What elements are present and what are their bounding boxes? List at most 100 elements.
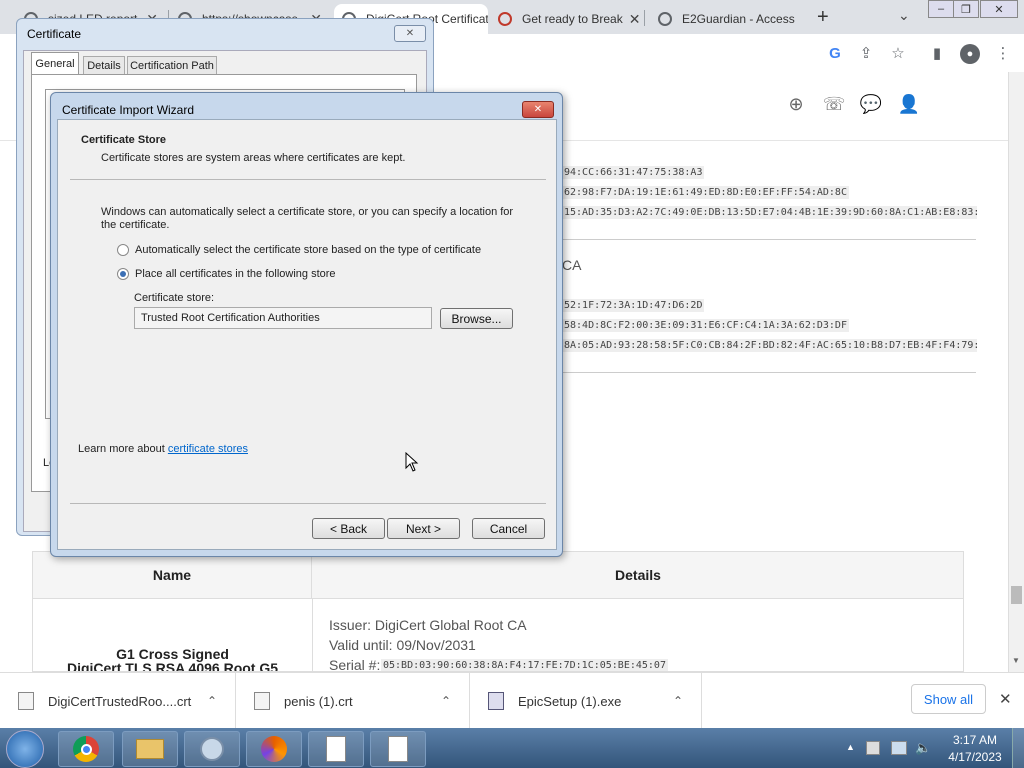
clock-date[interactable]: 4/17/2023 (944, 750, 1006, 764)
certificate-store-field[interactable]: Trusted Root Certification Authorities (134, 307, 432, 329)
radio-manual-label: Place all certificates in the following … (135, 268, 336, 280)
certificate-store-label: Certificate store: (134, 292, 215, 304)
learn-more-text: Learn more about certificate stores (78, 443, 248, 455)
download-filename: DigiCertTrustedRoo....crt (48, 693, 192, 709)
fingerprint-value: 8A:05:AD:93:28:58:5F:C0:CB:84:2F:BD:82:4… (562, 339, 977, 352)
radio-auto-select[interactable]: Automatically select the certificate sto… (117, 244, 481, 256)
table-header-details: Details (312, 552, 963, 599)
table-cell-name-line2: DigiCert TLS RSA 4096 Root G5 (66, 660, 279, 672)
google-icon[interactable]: G (826, 44, 844, 62)
side-panel-icon[interactable]: ▮ (928, 44, 946, 62)
fingerprint-value: 52:1F:72:3A:1D:47:D6:2D (562, 299, 705, 312)
scroll-down-arrow-icon[interactable]: ▼ (1012, 656, 1020, 665)
tab-search-chevron-icon[interactable]: ⌄ (898, 7, 910, 24)
taskbar-document-button[interactable] (308, 731, 364, 767)
downloads-bar: DigiCertTrustedRoo....crt ⌃ penis (1).crt… (0, 672, 1024, 729)
clock-time[interactable]: 3:17 AM (944, 733, 1006, 747)
radio-button[interactable] (117, 268, 129, 280)
chevron-up-icon[interactable]: ⌃ (673, 694, 683, 708)
firefox-icon (261, 736, 287, 762)
wizard-title: Certificate Import Wizard (62, 103, 195, 117)
taskbar-firefox-button[interactable] (246, 731, 302, 767)
tab-general[interactable]: General (31, 52, 79, 74)
page-scrollbar[interactable]: ▼ (1008, 72, 1024, 672)
download-item[interactable]: EpicSetup (1).exe ⌃ (470, 673, 702, 729)
chevron-up-icon[interactable]: ⌃ (441, 694, 451, 708)
taskbar-document-button[interactable] (370, 731, 426, 767)
certificate-import-wizard: Certificate Import Wizard ✕ Certificate … (50, 92, 563, 557)
network-icon[interactable] (891, 741, 907, 755)
taskbar-chrome-button[interactable] (58, 731, 114, 767)
chat-icon[interactable]: 💬 (859, 92, 883, 116)
scrollbar-thumb[interactable] (1011, 586, 1022, 604)
media-player-icon (200, 737, 224, 761)
browser-tab-4[interactable]: Get ready to Break ✕ (490, 4, 642, 34)
header-divider (70, 179, 546, 180)
cancel-button[interactable]: Cancel (472, 518, 545, 539)
profile-avatar-icon[interactable]: ● (960, 44, 980, 64)
tab-label: Get ready to Break (522, 12, 623, 26)
user-icon[interactable]: 👤 (897, 92, 921, 116)
minimize-window-icon[interactable]: – (928, 0, 954, 18)
chrome-menu-icon[interactable]: ⋮ (994, 44, 1012, 62)
chevron-up-icon[interactable]: ⌃ (207, 694, 217, 708)
document-icon (326, 736, 346, 762)
back-button[interactable]: < Back (312, 518, 385, 539)
wizard-close-icon[interactable]: ✕ (522, 101, 554, 118)
new-tab-button[interactable]: + (817, 6, 829, 29)
row-divider (562, 372, 976, 373)
fingerprint-value: 15:AD:35:D3:A2:7C:49:0E:DB:13:5D:E7:04:4… (562, 206, 977, 219)
volume-muted-icon[interactable]: 🔈 (915, 740, 931, 756)
wizard-heading: Certificate Store (81, 134, 166, 146)
tab-details[interactable]: Details (83, 56, 125, 75)
learn-more-prefix: Learn more about (78, 443, 168, 455)
tab-close-icon[interactable]: ✕ (623, 11, 641, 28)
radio-button[interactable] (117, 244, 129, 256)
certificate-file-icon (254, 692, 270, 710)
radio-selected-dot (120, 271, 126, 277)
cert-name-fragment: CA (562, 257, 582, 273)
radio-auto-label: Automatically select the certificate sto… (135, 244, 482, 256)
row-divider (562, 239, 976, 240)
next-button[interactable]: Next > (387, 518, 460, 539)
table-header-name: Name (33, 552, 312, 599)
show-all-downloads-button[interactable]: Show all (911, 684, 986, 714)
tab-certification-path[interactable]: Certification Path (127, 56, 217, 75)
globe-icon (658, 12, 672, 26)
close-downloads-bar-icon[interactable]: ✕ (999, 690, 1012, 708)
radio-place-in-store[interactable]: Place all certificates in the following … (117, 268, 336, 280)
certificate-stores-link[interactable]: certificate stores (168, 443, 248, 455)
footer-divider (70, 503, 546, 504)
mouse-cursor-icon (405, 452, 419, 472)
phone-icon[interactable]: ☏ (822, 92, 846, 116)
table-cell-serial-label: Serial #: (329, 657, 381, 672)
action-center-icon[interactable] (866, 741, 880, 755)
restore-window-icon[interactable]: ❐ (953, 0, 979, 18)
share-icon[interactable]: ⇪ (857, 44, 875, 62)
download-item[interactable]: DigiCertTrustedRoo....crt ⌃ (0, 673, 236, 729)
browser-tab-5[interactable]: E2Guardian - Access✕ (650, 4, 802, 34)
tab-close-icon[interactable]: ✕ (795, 11, 802, 28)
download-filename: EpicSetup (1).exe (518, 693, 622, 709)
taskbar-explorer-button[interactable] (122, 731, 178, 767)
wizard-body: Certificate Store Certificate stores are… (57, 119, 557, 550)
download-filename: penis (1).crt (284, 693, 353, 709)
certificate-dialog-title: Certificate (27, 27, 82, 41)
table-cell-issuer: Issuer: DigiCert Global Root CA (329, 617, 527, 633)
show-hidden-icons-arrow-icon[interactable]: ▲ (846, 742, 855, 752)
wizard-subheading: Certificate stores are system areas wher… (101, 152, 406, 164)
globe-icon[interactable]: ⊕ (784, 92, 808, 116)
tab-label: E2Guardian - Access (682, 12, 795, 26)
download-item[interactable]: penis (1).crt ⌃ (236, 673, 470, 729)
start-button-icon[interactable] (6, 730, 44, 768)
certificate-dialog-close-icon[interactable]: ✕ (394, 25, 426, 42)
chrome-icon-center (80, 743, 92, 755)
tab-divider (644, 10, 645, 26)
document-icon (388, 736, 408, 762)
browse-button[interactable]: Browse... (440, 308, 513, 329)
chrome-icon (73, 736, 99, 762)
bookmark-star-icon[interactable]: ☆ (889, 44, 907, 62)
show-desktop-button[interactable] (1012, 728, 1024, 768)
taskbar-media-button[interactable] (184, 731, 240, 767)
close-window-icon[interactable]: ✕ (980, 0, 1018, 18)
